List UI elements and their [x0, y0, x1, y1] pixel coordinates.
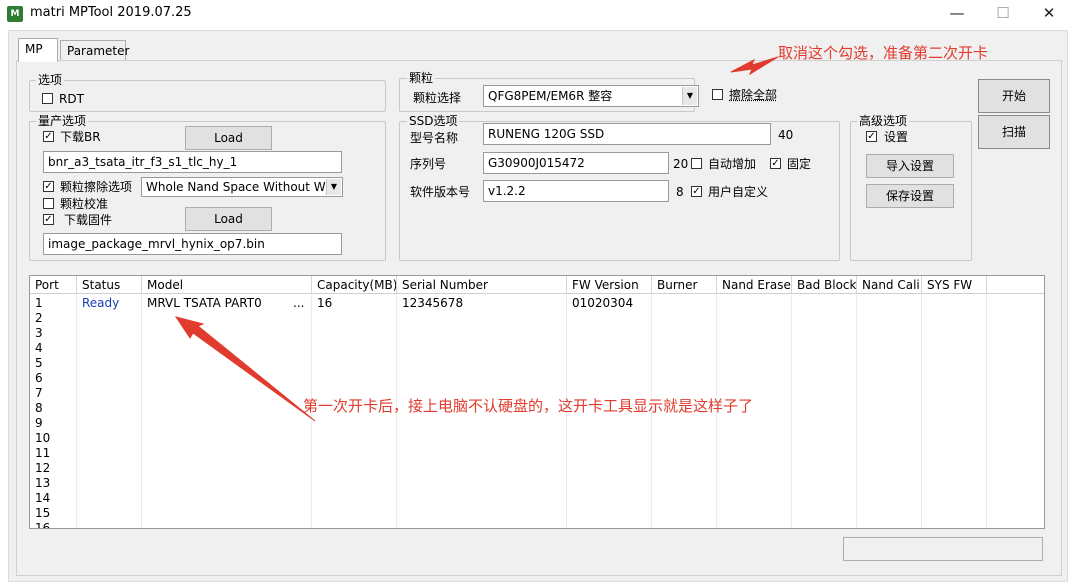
annotation-top: 取消这个勾选，准备第二次开卡 — [778, 44, 989, 62]
tab-mp[interactable]: MP — [18, 38, 58, 62]
annotation-middle: 第一次开卡后，接上电脑不认硬盘的，这开卡工具显示就是这样子了 — [303, 397, 754, 415]
middle-arrow — [174, 316, 316, 422]
top-arrow — [730, 56, 779, 76]
annotation-arrows — [174, 56, 779, 422]
